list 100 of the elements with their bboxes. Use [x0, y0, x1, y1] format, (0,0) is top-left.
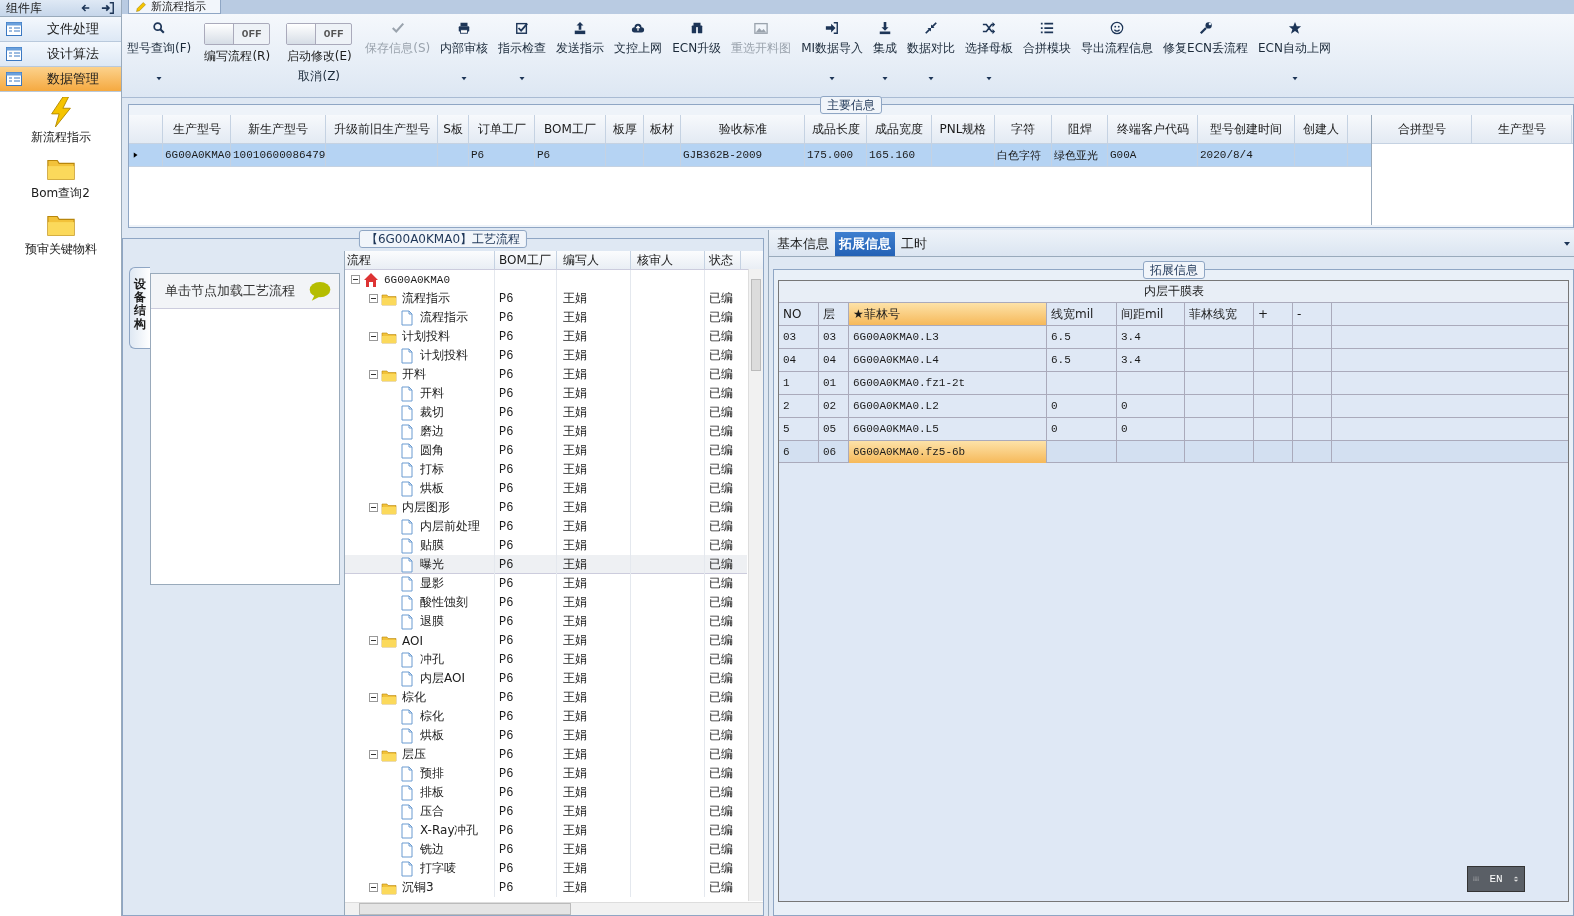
- toolbar-button[interactable]: 导出流程信息: [1076, 19, 1159, 59]
- toolbar-button[interactable]: 型号查询(F): [122, 19, 197, 84]
- toggle-switch[interactable]: OFF: [204, 23, 271, 45]
- column-header[interactable]: 订单工厂: [469, 115, 535, 143]
- column-header[interactable]: PNL规格: [932, 115, 995, 143]
- tree-row[interactable]: 流程指示 P6 王娟 已编: [345, 308, 747, 327]
- toolbar-button[interactable]: ECN升级: [667, 19, 727, 59]
- column-header[interactable]: NO: [779, 303, 819, 325]
- tree-row[interactable]: 内层前处理 P6 王娟 已编: [345, 517, 747, 536]
- column-header[interactable]: 板材: [644, 115, 681, 143]
- expander-icon[interactable]: [369, 883, 378, 892]
- tree-row[interactable]: 6G00A0KMA0: [345, 270, 747, 289]
- tree-row[interactable]: 流程指示 P6 王娟 已编: [345, 289, 747, 308]
- toolbar-button[interactable]: 选择母板: [960, 19, 1019, 84]
- toolbar-button[interactable]: 文控上网: [609, 19, 668, 59]
- tree-row[interactable]: 铣边 P6 王娟 已编: [345, 840, 747, 859]
- vertical-tab[interactable]: 设备结构: [129, 267, 150, 349]
- tree-row[interactable]: 预排 P6 王娟 已编: [345, 764, 747, 783]
- column-header[interactable]: S板: [438, 115, 469, 143]
- column-header[interactable]: 间距mil: [1117, 303, 1185, 325]
- tab[interactable]: 拓展信息: [835, 232, 895, 256]
- column-header[interactable]: ★菲林号: [849, 303, 1047, 325]
- language-indicator[interactable]: EN: [1467, 866, 1525, 892]
- tree-row[interactable]: 棕化 P6 王娟 已编: [345, 688, 747, 707]
- column-header[interactable]: BOM工厂: [495, 251, 557, 269]
- tree-row[interactable]: 酸性蚀刻 P6 王娟 已编: [345, 593, 747, 612]
- shortcut-item[interactable]: Bom查询2: [0, 151, 121, 204]
- column-header[interactable]: 状态: [705, 251, 741, 269]
- nav-item[interactable]: 数据管理: [0, 67, 121, 92]
- nav-item[interactable]: 设计算法: [0, 42, 121, 67]
- toolbar-button[interactable]: MI数据导入: [796, 19, 869, 84]
- column-header[interactable]: 阻焊: [1052, 115, 1108, 143]
- expander-icon[interactable]: [351, 275, 360, 284]
- column-header[interactable]: 字符: [995, 115, 1052, 143]
- toolbar-button[interactable]: 修复ECN丢流程: [1158, 19, 1254, 59]
- tree-row[interactable]: 开料 P6 王娟 已编: [345, 384, 747, 403]
- tree-row[interactable]: 层压 P6 王娟 已编: [345, 745, 747, 764]
- column-header[interactable]: 升级前旧生产型号: [326, 115, 438, 143]
- toggle-switch[interactable]: OFF: [286, 23, 353, 45]
- toolbar-button[interactable]: 合拼模块: [1018, 19, 1077, 59]
- expander-icon[interactable]: [369, 332, 378, 341]
- column-header[interactable]: 流程: [345, 251, 495, 269]
- tree-row[interactable]: AOI P6 王娟 已编: [345, 631, 747, 650]
- column-header[interactable]: 核审人: [631, 251, 705, 269]
- tree-row[interactable]: 棕化 P6 王娟 已编: [345, 707, 747, 726]
- tree-row[interactable]: 烘板 P6 王娟 已编: [345, 479, 747, 498]
- expander-icon[interactable]: [369, 750, 378, 759]
- column-header[interactable]: 编写人: [557, 251, 631, 269]
- tab[interactable]: 工时: [897, 232, 931, 256]
- tree-row[interactable]: 圆角 P6 王娟 已编: [345, 441, 747, 460]
- expander-icon[interactable]: [369, 693, 378, 702]
- column-header[interactable]: +: [1254, 303, 1293, 325]
- document-tab[interactable]: 新流程指示: [128, 0, 221, 14]
- tab[interactable]: 基本信息: [773, 232, 833, 256]
- tree-row[interactable]: 打字唛 P6 王娟 已编: [345, 859, 747, 878]
- expander-icon[interactable]: [369, 503, 378, 512]
- column-header[interactable]: 成品长度: [805, 115, 867, 143]
- expander-icon[interactable]: [369, 636, 378, 645]
- tree-row[interactable]: 沉铜3 P6 王娟 已编: [345, 878, 747, 897]
- cancel-button[interactable]: 取消(Z): [298, 68, 341, 85]
- toolbar-button[interactable]: 集成: [868, 19, 903, 84]
- column-header[interactable]: 线宽mil: [1047, 303, 1117, 325]
- toolbar-button[interactable]: 指示检查: [493, 19, 552, 84]
- column-header[interactable]: 生产型号: [1472, 115, 1572, 143]
- expander-icon[interactable]: [369, 370, 378, 379]
- tree-row[interactable]: 内层AOI P6 王娟 已编: [345, 669, 747, 688]
- column-header[interactable]: 验收标准: [681, 115, 805, 143]
- column-header[interactable]: BOM工厂: [535, 115, 606, 143]
- selected-cell[interactable]: 6G00A0KMA0.fz5-6b: [849, 441, 1047, 463]
- tree-row[interactable]: 开料 P6 王娟 已编: [345, 365, 747, 384]
- tree-row[interactable]: 排板 P6 王娟 已编: [345, 783, 747, 802]
- column-header[interactable]: 终端客户代码: [1108, 115, 1198, 143]
- toolbar-button[interactable]: 内部审核: [435, 19, 494, 84]
- toolbar-button[interactable]: ECN自动上网: [1253, 19, 1336, 84]
- column-header[interactable]: 型号创建时间: [1198, 115, 1295, 143]
- column-header[interactable]: 新生产型号: [231, 115, 326, 143]
- expander-icon[interactable]: [369, 294, 378, 303]
- table-row[interactable]: 03 03 6G00A0KMA0.L3 6.5 3.4: [779, 325, 1568, 348]
- column-header[interactable]: 板厚: [606, 115, 644, 143]
- nav-item[interactable]: 文件处理: [0, 17, 121, 42]
- vertical-scrollbar[interactable]: [748, 269, 763, 901]
- table-row[interactable]: 04 04 6G00A0KMA0.L4 6.5 3.4: [779, 348, 1568, 371]
- tree-row[interactable]: 计划投料 P6 王娟 已编: [345, 346, 747, 365]
- table-row[interactable]: 2 02 6G00A0KMA0.L2 0 0: [779, 394, 1568, 417]
- tree-row[interactable]: 冲孔 P6 王娟 已编: [345, 650, 747, 669]
- toolbar-button[interactable]: 数据对比: [902, 19, 961, 84]
- tree-row[interactable]: 裁切 P6 王娟 已编: [345, 403, 747, 422]
- tree-row[interactable]: 显影 P6 王娟 已编: [345, 574, 747, 593]
- column-header[interactable]: -: [1293, 303, 1332, 325]
- table-row[interactable]: 6G00A0KMA0 10010600086479 P6 P6 GJB362B-2009 175.000 165.160 白色字符 绿色亚光 G00A 2020/8/4: [129, 144, 1371, 167]
- tree-row[interactable]: 曝光 P6 王娟 已编: [345, 555, 747, 574]
- column-header[interactable]: 生产型号: [163, 115, 231, 143]
- column-header[interactable]: 成品宽度: [867, 115, 932, 143]
- table-row[interactable]: 6 06 6G00A0KMA0.fz5-6b: [779, 440, 1568, 463]
- tree-row[interactable]: 计划投料 P6 王娟 已编: [345, 327, 747, 346]
- tree-row[interactable]: 退膜 P6 王娟 已编: [345, 612, 747, 631]
- tree-row[interactable]: 磨边 P6 王娟 已编: [345, 422, 747, 441]
- toolbar-button[interactable]: 发送指示: [551, 19, 610, 59]
- column-header[interactable]: 菲林线宽: [1185, 303, 1254, 325]
- tree-row[interactable]: 压合 P6 王娟 已编: [345, 802, 747, 821]
